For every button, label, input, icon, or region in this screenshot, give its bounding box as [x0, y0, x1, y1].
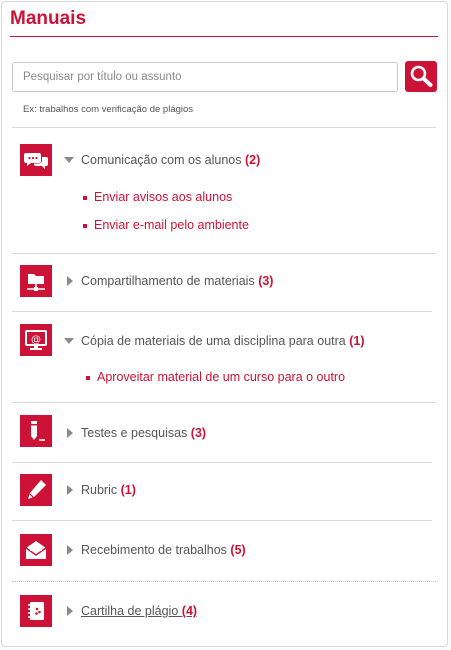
expand-arrow-icon[interactable] — [67, 545, 73, 555]
section-count: (5) — [230, 543, 246, 557]
section-tests[interactable]: Testes e pesquisas (3) — [81, 426, 206, 440]
divider — [12, 520, 432, 521]
bullet-icon — [83, 196, 87, 200]
collapse-arrow-icon[interactable] — [64, 338, 74, 344]
divider — [12, 462, 432, 463]
section-label: Compartilhamento de materiais — [81, 274, 255, 288]
divider — [12, 581, 436, 582]
section-sharing[interactable]: Compartilhamento de materiais (3) — [81, 274, 273, 288]
divider — [12, 311, 432, 312]
search-button[interactable] — [405, 61, 437, 92]
bullet-icon — [83, 224, 87, 228]
section-count: (3) — [190, 426, 207, 440]
section-count: (2) — [244, 153, 261, 167]
expand-arrow-icon[interactable] — [67, 276, 73, 286]
divider — [12, 127, 436, 128]
section-communication[interactable]: Comunicação com os alunos (2) — [81, 153, 260, 167]
shared-folder-icon — [20, 265, 52, 297]
envelope-icon — [20, 534, 52, 566]
svg-text:@: @ — [31, 335, 41, 346]
search-input[interactable] — [13, 63, 383, 91]
search-hint: Ex: trabalhos com verificação de plágios — [23, 104, 194, 115]
title-divider — [10, 36, 438, 37]
search-icon — [410, 65, 433, 87]
section-label: Recebimento de trabalhos — [81, 543, 227, 557]
section-count: (3) — [258, 274, 274, 288]
search-field[interactable] — [12, 62, 398, 92]
divider — [12, 253, 436, 254]
section-count: (1) — [120, 483, 136, 497]
pen-icon — [20, 474, 52, 506]
collapse-arrow-icon[interactable] — [64, 157, 74, 163]
divider — [12, 402, 436, 403]
section-count: (1) — [349, 334, 365, 348]
notebook-icon — [20, 595, 52, 627]
section-submissions[interactable]: Recebimento de trabalhos (5) — [81, 543, 246, 557]
section-plagiarism-guide[interactable]: Cartilha de plágio (4) — [81, 604, 197, 618]
section-label: Cartilha de plágio — [81, 604, 179, 618]
link-send-email[interactable]: Enviar e-mail pelo ambiente — [94, 218, 249, 232]
section-label: Cópia de materiais de uma disciplina par… — [81, 334, 346, 348]
expand-arrow-icon[interactable] — [67, 485, 73, 495]
expand-arrow-icon[interactable] — [67, 606, 73, 616]
monitor-at-icon: @ — [20, 324, 52, 356]
page-title: Manuais — [10, 8, 87, 29]
section-rubric[interactable]: Rubric (1) — [81, 483, 136, 497]
section-copy-materials[interactable]: Cópia de materiais de uma disciplina par… — [81, 334, 365, 348]
section-label: Comunicação com os alunos — [81, 153, 242, 167]
bullet-icon — [86, 376, 90, 380]
section-label: Testes e pesquisas — [81, 426, 188, 440]
section-label: Rubric — [81, 483, 118, 497]
pencil-test-icon — [20, 415, 52, 447]
link-send-notices[interactable]: Enviar avisos aos alunos — [94, 190, 232, 204]
expand-arrow-icon[interactable] — [67, 428, 73, 438]
chat-bubbles-icon — [20, 144, 52, 176]
link-reuse-material[interactable]: Aproveitar material de um curso para o o… — [97, 370, 345, 384]
section-count: (4) — [181, 604, 198, 618]
